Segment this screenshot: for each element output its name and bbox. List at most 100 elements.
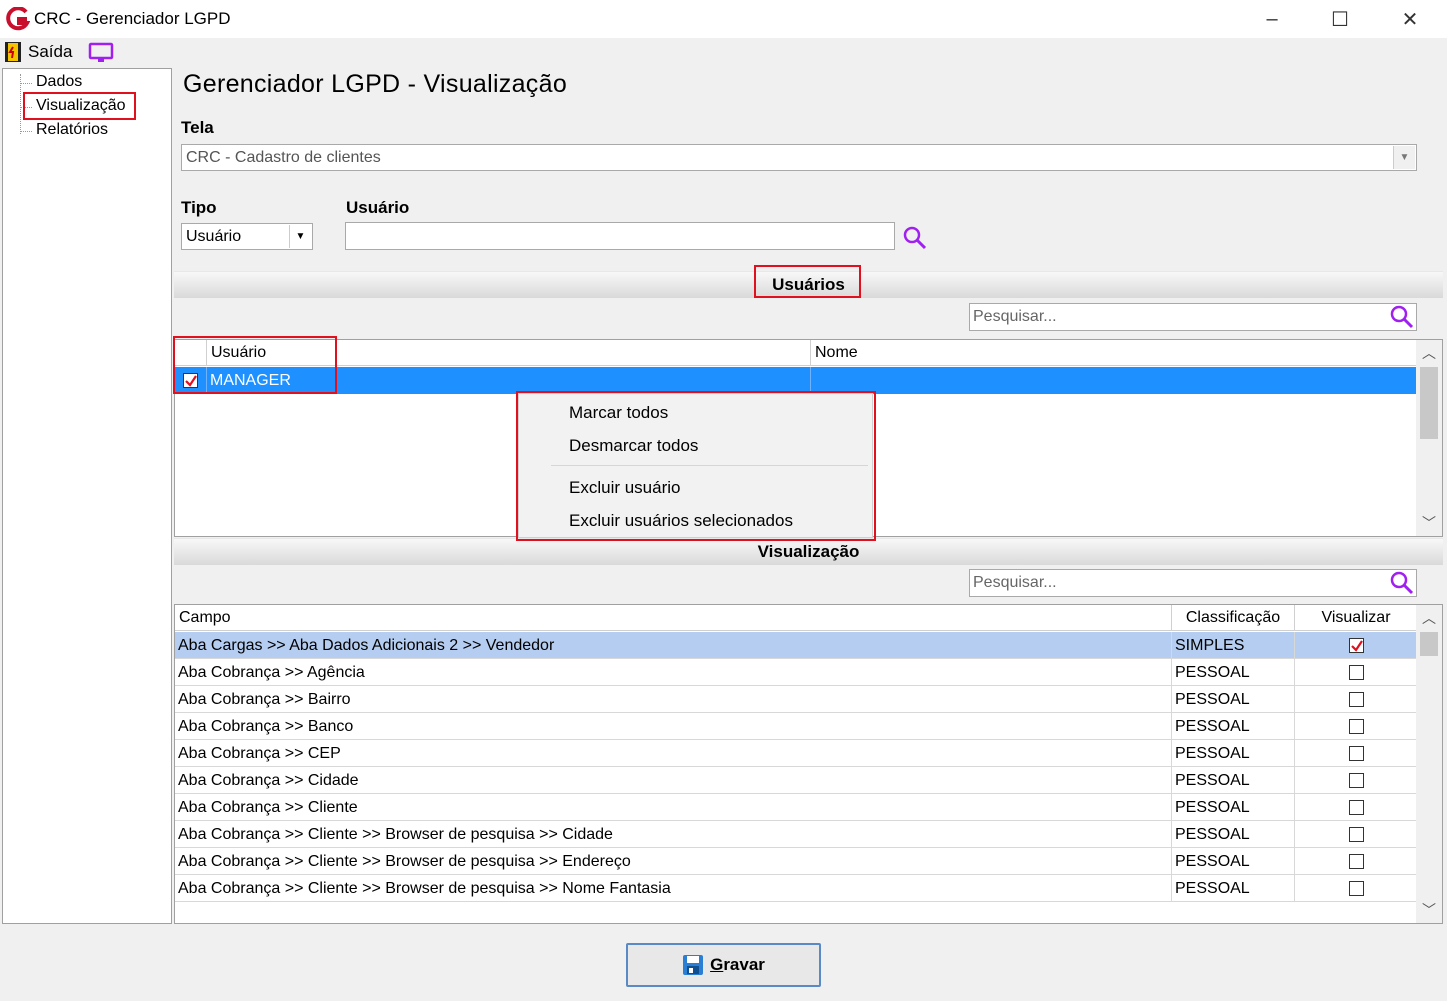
save-button[interactable]: Gravar <box>626 943 821 987</box>
visualizar-checkbox[interactable] <box>1349 881 1364 896</box>
visualizar-checkbox[interactable] <box>1349 692 1364 707</box>
cell-visualizar[interactable] <box>1295 659 1418 686</box>
cell-classificacao: PESSOAL <box>1172 659 1295 686</box>
table-row[interactable]: Aba Cobrança >> Cliente PESSOAL <box>175 794 1418 821</box>
cell-campo: Aba Cobrança >> Banco <box>175 713 1172 740</box>
table-row[interactable]: Aba Cobrança >> Banco PESSOAL <box>175 713 1418 740</box>
cell-classificacao: SIMPLES <box>1172 632 1295 659</box>
cell-classificacao: PESSOAL <box>1172 821 1295 848</box>
scroll-down-icon[interactable]: ﹀ <box>1416 510 1442 536</box>
cell-campo: Aba Cobrança >> Cliente >> Browser de pe… <box>175 848 1172 875</box>
annotation-highlight-usuarios <box>754 265 861 298</box>
scroll-down-icon[interactable]: ﹀ <box>1416 897 1442 923</box>
table-row[interactable]: Aba Cobrança >> Agência PESSOAL <box>175 659 1418 686</box>
visualizacao-section-header: Visualização <box>174 538 1443 565</box>
table-row[interactable]: MANAGER <box>175 367 1418 394</box>
minimize-button[interactable]: ‒ <box>1237 0 1307 38</box>
search-icon[interactable] <box>902 225 928 251</box>
visualizacao-grid-header: Campo Classificação Visualizar <box>175 605 1418 631</box>
table-row[interactable]: Aba Cobrança >> Cliente >> Browser de pe… <box>175 875 1418 902</box>
visualizar-checkbox[interactable] <box>1349 827 1364 842</box>
cell-visualizar[interactable] <box>1295 848 1418 875</box>
window-title: CRC - Gerenciador LGPD <box>34 9 231 28</box>
visualizacao-search-input[interactable]: Pesquisar... <box>969 569 1417 597</box>
search-icon[interactable] <box>1389 304 1415 330</box>
table-row[interactable]: Aba Cobrança >> Cidade PESSOAL <box>175 767 1418 794</box>
page-title: Gerenciador LGPD - Visualização <box>183 70 568 98</box>
annotation-highlight-tree <box>23 92 136 120</box>
exit-button[interactable]: Saída <box>28 42 72 62</box>
visualizar-checkbox[interactable] <box>1349 854 1364 869</box>
cell-campo: Aba Cobrança >> Cidade <box>175 767 1172 794</box>
monitor-icon[interactable] <box>88 42 114 64</box>
checkmark-icon <box>1351 640 1363 652</box>
app-logo-icon <box>6 7 30 31</box>
tree-item-dados[interactable]: Dados <box>36 73 82 91</box>
visualizar-checkbox[interactable] <box>1349 719 1364 734</box>
table-row[interactable]: Aba Cobrança >> CEP PESSOAL <box>175 740 1418 767</box>
cell-classificacao: PESSOAL <box>1172 713 1295 740</box>
visualizar-checkbox[interactable] <box>1349 746 1364 761</box>
search-icon[interactable] <box>1389 570 1415 596</box>
visualizar-checkbox[interactable] <box>1349 800 1364 815</box>
cell-visualizar[interactable] <box>1295 767 1418 794</box>
column-header-classificacao[interactable]: Classificação <box>1172 605 1295 631</box>
cell-campo: Aba Cobrança >> Cliente >> Browser de pe… <box>175 875 1172 902</box>
tipo-combobox[interactable]: Usuário ▼ <box>181 223 313 250</box>
usuario-label: Usuário <box>346 198 410 217</box>
toolbar <box>0 38 1447 66</box>
cell-classificacao: PESSOAL <box>1172 794 1295 821</box>
cell-visualizar[interactable] <box>1295 632 1418 659</box>
column-header-nome[interactable]: Nome <box>811 340 1418 366</box>
table-row[interactable]: Aba Cobrança >> Bairro PESSOAL <box>175 686 1418 713</box>
close-button[interactable]: ✕ <box>1375 0 1445 38</box>
table-row[interactable]: Aba Cobrança >> Cliente >> Browser de pe… <box>175 848 1418 875</box>
navigation-tree <box>2 68 172 924</box>
cell-visualizar[interactable] <box>1295 740 1418 767</box>
cell-campo: Aba Cobrança >> Cliente <box>175 794 1172 821</box>
scroll-up-icon[interactable]: ︿ <box>1416 605 1442 631</box>
usuarios-scrollbar[interactable]: ︿ ﹀ <box>1416 340 1442 536</box>
cell-visualizar[interactable] <box>1295 875 1418 902</box>
column-header-campo[interactable]: Campo <box>175 605 1172 631</box>
exit-door-icon[interactable] <box>4 41 22 63</box>
cell-classificacao: PESSOAL <box>1172 767 1295 794</box>
usuarios-grid-header: Usuário Nome <box>175 340 1418 366</box>
tree-connector <box>20 131 32 132</box>
cell-classificacao: PESSOAL <box>1172 740 1295 767</box>
cell-visualizar[interactable] <box>1295 686 1418 713</box>
annotation-highlight-user-row <box>173 336 337 394</box>
tela-combobox[interactable]: CRC - Cadastro de clientes ▼ <box>181 144 1417 171</box>
table-row[interactable]: Aba Cobrança >> Cliente >> Browser de pe… <box>175 821 1418 848</box>
annotation-highlight-context-menu <box>516 391 876 541</box>
chevron-down-icon[interactable]: ▼ <box>289 225 311 248</box>
cell-campo: Aba Cobrança >> Bairro <box>175 686 1172 713</box>
cell-nome <box>811 367 1418 394</box>
cell-classificacao: PESSOAL <box>1172 848 1295 875</box>
scroll-thumb[interactable] <box>1420 367 1438 439</box>
tela-value: CRC - Cadastro de clientes <box>186 148 381 166</box>
cell-visualizar[interactable] <box>1295 794 1418 821</box>
cell-campo: Aba Cargas >> Aba Dados Adicionais 2 >> … <box>175 632 1172 659</box>
cell-visualizar[interactable] <box>1295 821 1418 848</box>
usuarios-search-input[interactable]: Pesquisar... <box>969 303 1417 331</box>
table-row[interactable]: Aba Cargas >> Aba Dados Adicionais 2 >> … <box>175 632 1418 659</box>
scroll-up-icon[interactable]: ︿ <box>1416 340 1442 366</box>
usuario-input[interactable] <box>345 222 895 250</box>
visualizacao-scrollbar[interactable]: ︿ ﹀ <box>1416 605 1442 923</box>
visualizar-checkbox[interactable] <box>1349 773 1364 788</box>
chevron-down-icon[interactable]: ▼ <box>1393 146 1415 169</box>
visualizar-checkbox[interactable] <box>1349 638 1364 653</box>
column-header-visualizar[interactable]: Visualizar <box>1295 605 1418 631</box>
maximize-button[interactable]: ☐ <box>1305 0 1375 38</box>
tipo-value: Usuário <box>186 227 242 245</box>
cell-campo: Aba Cobrança >> Agência <box>175 659 1172 686</box>
cell-campo: Aba Cobrança >> Cliente >> Browser de pe… <box>175 821 1172 848</box>
visualizar-checkbox[interactable] <box>1349 665 1364 680</box>
cell-classificacao: PESSOAL <box>1172 875 1295 902</box>
tela-label: Tela <box>181 118 214 137</box>
save-button-label: Gravar <box>710 955 765 974</box>
tree-item-relatorios[interactable]: Relatórios <box>36 121 108 139</box>
scroll-thumb[interactable] <box>1420 632 1438 656</box>
cell-visualizar[interactable] <box>1295 713 1418 740</box>
